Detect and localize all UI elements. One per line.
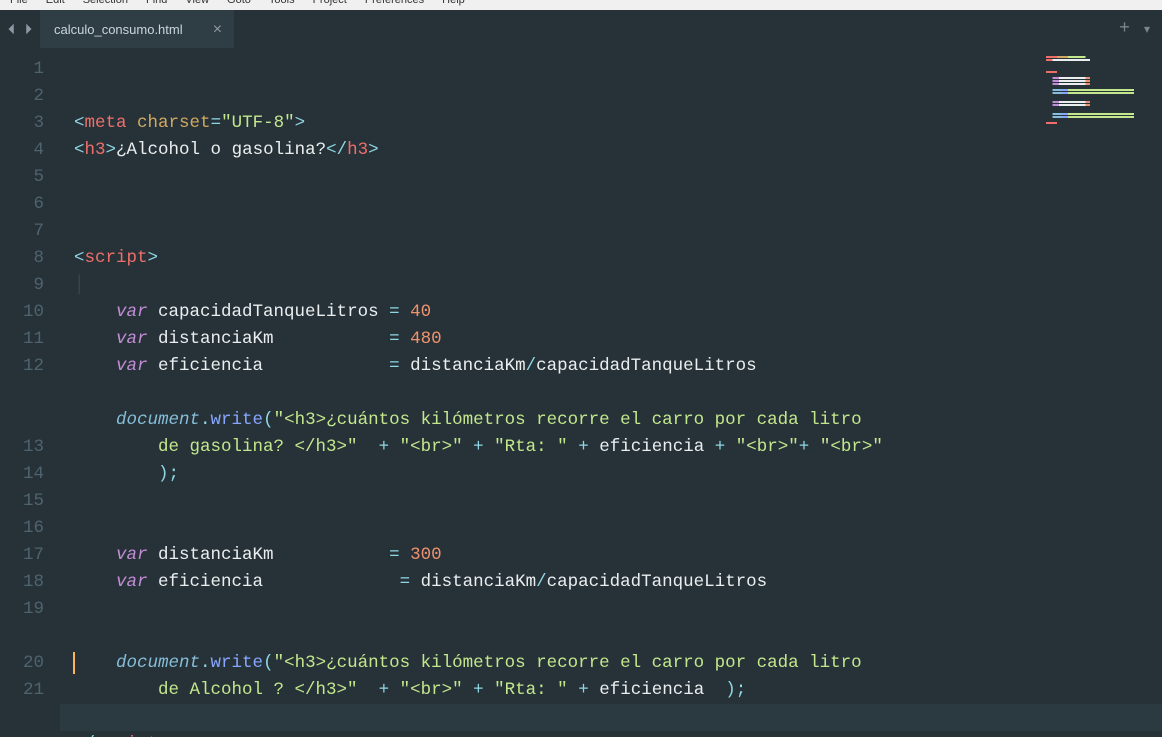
line-number: 14 — [0, 461, 44, 488]
code-line[interactable]: var eficiencia = distanciaKm/capacidadTa… — [60, 569, 1162, 596]
code-line[interactable]: var distanciaKm = 300 — [60, 542, 1162, 569]
code-line[interactable] — [60, 623, 1162, 650]
code-line[interactable]: │ — [60, 272, 1162, 299]
chevron-down-icon[interactable]: ▾ — [1144, 22, 1150, 37]
line-number: 10 — [0, 299, 44, 326]
line-number: 21 — [0, 677, 44, 704]
editor[interactable]: 123456789101112131415161718192021 <meta … — [0, 48, 1162, 737]
line-number: 7 — [0, 218, 44, 245]
code-line[interactable]: var distanciaKm = 480 — [60, 326, 1162, 353]
line-number — [0, 623, 44, 650]
line-number: 8 — [0, 245, 44, 272]
line-number: 15 — [0, 488, 44, 515]
line-number: 13 — [0, 434, 44, 461]
line-number: 12 — [0, 353, 44, 380]
menu-item[interactable]: Selection — [83, 0, 128, 10]
code-line[interactable] — [60, 515, 1162, 542]
line-number: 4 — [0, 137, 44, 164]
menu-item[interactable]: Find — [146, 0, 167, 10]
line-number: 16 — [0, 515, 44, 542]
code-line[interactable] — [60, 191, 1162, 218]
menu-item[interactable]: Edit — [46, 0, 65, 10]
menu-item[interactable]: Project — [313, 0, 347, 10]
tab-active[interactable]: calculo_consumo.html × — [40, 10, 234, 48]
code-line[interactable]: <meta charset="UTF-8"> — [60, 110, 1162, 137]
line-number — [0, 380, 44, 407]
menu-item[interactable]: View — [185, 0, 209, 10]
code-area[interactable]: <meta charset="UTF-8"><h3>¿Alcohol o gas… — [60, 48, 1162, 737]
line-number: 3 — [0, 110, 44, 137]
line-number — [0, 407, 44, 434]
line-number: 9 — [0, 272, 44, 299]
line-number: 20 — [0, 650, 44, 677]
menu-item[interactable]: Help — [442, 0, 465, 10]
code-line[interactable]: document.write("<h3>¿cuántos kilómetros … — [60, 650, 1162, 677]
line-number: 2 — [0, 83, 44, 110]
menu-item[interactable]: File — [10, 0, 28, 10]
line-number: 1 — [0, 56, 44, 83]
minimap[interactable] — [1046, 56, 1156, 176]
code-line[interactable]: </script> — [60, 731, 1162, 737]
line-gutter: 123456789101112131415161718192021 — [0, 48, 60, 737]
code-line[interactable]: <h3>¿Alcohol o gasolina?</h3> — [60, 137, 1162, 164]
code-line[interactable]: var eficiencia = distanciaKm/capacidadTa… — [60, 353, 1162, 380]
menu-bar[interactable]: File Edit Selection Find View Goto Tools Projec… — [0, 0, 1162, 10]
line-number: 5 — [0, 164, 44, 191]
tab-nav[interactable] — [0, 10, 40, 48]
tab-filename: calculo_consumo.html — [54, 22, 183, 37]
plus-icon[interactable]: + — [1119, 19, 1130, 39]
menu-items[interactable]: File Edit Selection Find View Goto Tools Projec… — [0, 0, 1162, 10]
line-number: 6 — [0, 191, 44, 218]
code-line[interactable] — [60, 164, 1162, 191]
chevron-left-icon — [5, 22, 19, 36]
code-line[interactable] — [60, 218, 1162, 245]
code-line[interactable]: de gasolina? </h3>" + "<br>" + "Rta: " +… — [60, 434, 1162, 461]
code-line[interactable]: <script> — [60, 245, 1162, 272]
code-line[interactable]: de Alcohol ? </h3>" + "<br>" + "Rta: " +… — [60, 677, 1162, 704]
menu-item[interactable]: Goto — [227, 0, 251, 10]
close-icon[interactable]: × — [213, 22, 223, 38]
line-number: 11 — [0, 326, 44, 353]
code-line[interactable]: document.write("<h3>¿cuántos kilómetros … — [60, 407, 1162, 434]
code-line[interactable] — [60, 704, 1162, 731]
code-line[interactable]: ); — [60, 461, 1162, 488]
code-line[interactable] — [60, 380, 1162, 407]
text-cursor — [73, 652, 75, 674]
menu-item[interactable]: Tools — [269, 0, 295, 10]
line-number: 19 — [0, 596, 44, 623]
line-number: 18 — [0, 569, 44, 596]
line-number: 17 — [0, 542, 44, 569]
code-line[interactable] — [60, 488, 1162, 515]
code-line[interactable]: var capacidadTanqueLitros = 40 — [60, 299, 1162, 326]
chevron-right-icon — [21, 22, 35, 36]
menu-item[interactable]: Preferences — [365, 0, 424, 10]
code-line[interactable] — [60, 596, 1162, 623]
tab-bar: calculo_consumo.html × + ▾ — [0, 10, 1162, 48]
